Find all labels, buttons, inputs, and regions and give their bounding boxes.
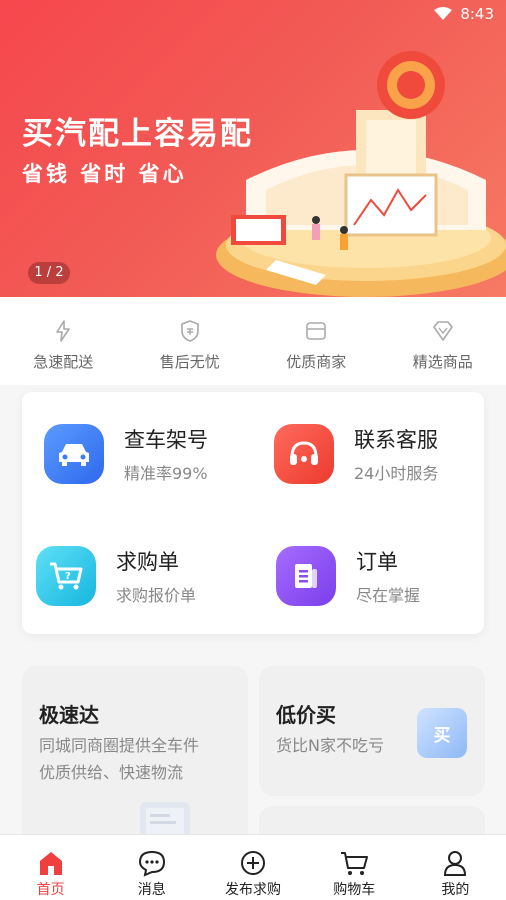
tab-label: 购物车 (333, 882, 376, 898)
feature-after-sales: 售后无忧 (127, 297, 254, 385)
buy-badge-icon: 买 (417, 708, 467, 758)
user-icon (444, 851, 467, 876)
service-desc: 精准率99% (124, 464, 208, 483)
feature-fast-delivery: 急速配送 (0, 297, 127, 385)
cart-question-icon: ? (36, 546, 96, 606)
cart-icon (341, 852, 369, 875)
svg-text:?: ? (65, 571, 71, 582)
card-title: 极速达 (39, 703, 99, 727)
tab-post-request[interactable]: 发布求购 (202, 835, 303, 900)
service-customer-support[interactable]: 联系客服 24小时服务 (274, 424, 438, 484)
card-desc-line1: 同城同商圈提供全车件 (39, 736, 200, 755)
tab-messages[interactable]: 消息 (101, 835, 202, 900)
service-orders[interactable]: 订单 尽在掌握 (276, 546, 420, 606)
feature-strip: 急速配送 售后无忧 优质商家 精选商品 (0, 297, 506, 385)
card-title: 低价买 (276, 703, 336, 727)
tab-profile[interactable]: 我的 (405, 835, 506, 900)
feature-label: 急速配送 (33, 353, 94, 371)
banner-illustration (216, 51, 506, 297)
service-title: 联系客服 (354, 428, 438, 452)
feature-label: 优质商家 (286, 353, 347, 371)
feature-label: 精选商品 (412, 353, 473, 371)
tab-label: 发布求购 (225, 882, 281, 898)
store-icon (306, 322, 327, 340)
tab-label: 我的 (441, 882, 470, 898)
tab-home[interactable]: 首页 (0, 835, 101, 900)
card-desc-line2: 优质供给、快速物流 (39, 763, 184, 782)
promo-banner[interactable]: 买汽配上容易配 省钱 省时 省心 1 / 2 (0, 0, 506, 297)
low-price-card[interactable]: 低价买 货比N家不吃亏 买 (259, 666, 485, 796)
plus-circle-icon (241, 851, 265, 875)
diamond-heart-icon (432, 321, 453, 341)
status-bar: 8:43 (0, 0, 506, 28)
shield-icon (180, 320, 199, 342)
document-icon (276, 546, 336, 606)
service-vin-lookup[interactable]: 查车架号 精准率99% (44, 424, 208, 484)
banner-pager: 1 / 2 (28, 262, 70, 284)
tab-cart[interactable]: 购物车 (304, 835, 405, 900)
services-card: 查车架号 精准率99% 联系客服 24小时服务 ? 求购单 求购报价单 订单 尽… (22, 392, 484, 634)
service-purchase-request[interactable]: ? 求购单 求购报价单 (36, 546, 196, 606)
bottom-tab-bar: 首页 消息 发布求购 购物车 我的 (0, 834, 506, 900)
app-screen: 买汽配上容易配 省钱 省时 省心 1 / 2 8:43 急速配送 售后无忧 优质… (0, 0, 506, 900)
feature-selected-goods: 精选商品 (380, 297, 506, 385)
feature-quality-merchant: 优质商家 (253, 297, 380, 385)
tab-label: 首页 (36, 882, 65, 898)
lightning-icon (56, 320, 71, 342)
status-time: 8:43 (460, 5, 494, 23)
message-icon (138, 850, 165, 877)
tab-label: 消息 (137, 882, 166, 898)
headset-icon (274, 424, 334, 484)
banner-title: 买汽配上容易配 (22, 116, 253, 152)
service-title: 查车架号 (124, 428, 208, 452)
home-icon (39, 852, 62, 875)
service-desc: 尽在掌握 (356, 586, 421, 605)
service-desc: 24小时服务 (354, 464, 439, 483)
wifi-icon (434, 7, 453, 20)
service-title: 求购单 (116, 550, 179, 574)
card-desc: 货比N家不吃亏 (276, 736, 384, 755)
service-title: 订单 (356, 550, 398, 574)
service-desc: 求购报价单 (116, 586, 197, 605)
car-icon (44, 424, 104, 484)
buy-badge-text: 买 (433, 725, 451, 746)
feature-label: 售后无忧 (159, 353, 220, 371)
banner-subtitle: 省钱 省时 省心 (22, 162, 187, 186)
